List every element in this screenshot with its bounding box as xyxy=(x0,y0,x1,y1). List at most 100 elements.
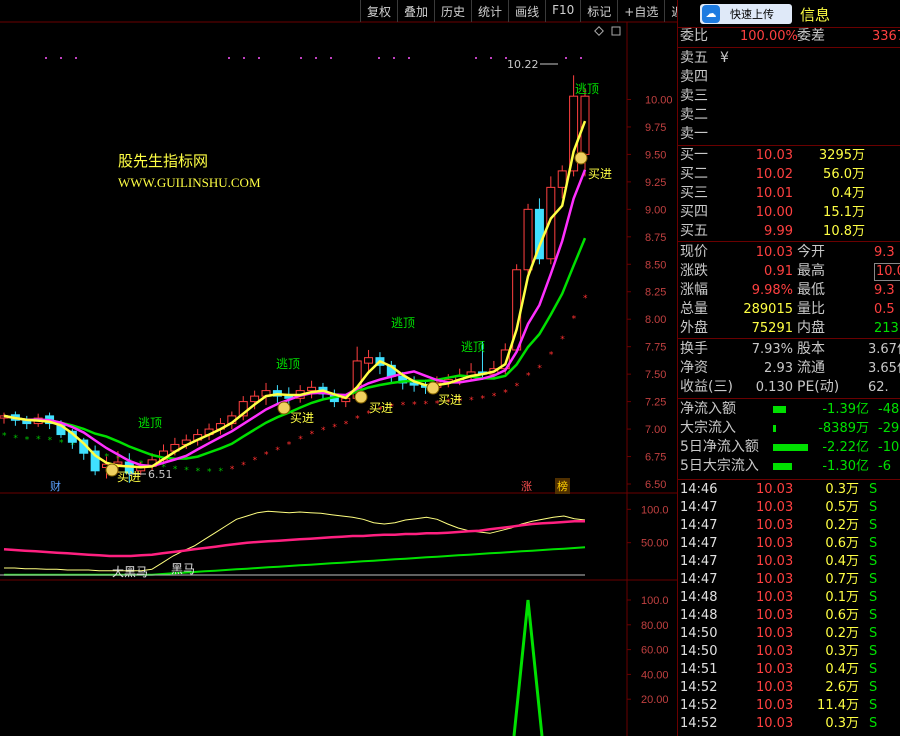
dot-marker xyxy=(300,57,302,59)
tick-side: S xyxy=(869,680,878,695)
flow-label: 5日大宗流入 xyxy=(680,458,759,474)
tick-row: 14:47 10.03 0.5万 S xyxy=(678,499,900,517)
toolbar-button-history[interactable]: 历史 xyxy=(434,0,471,22)
bid-row[interactable]: 买四 10.00 15.1万 xyxy=(678,203,900,222)
bid-volume: 0.4万 xyxy=(831,186,865,201)
flow-value: -2.22亿 xyxy=(822,440,869,455)
dot-marker xyxy=(60,57,62,59)
ask-row: 卖一 xyxy=(678,125,900,144)
signal-buy-in: 买进 xyxy=(369,401,394,415)
flow-value: -1.30亿 xyxy=(822,459,869,474)
bid-price: 10.00 xyxy=(755,205,793,220)
tick-time: 14:48 xyxy=(680,590,718,605)
tick-time: 14:50 xyxy=(680,644,718,659)
label-big-dark-horse: 大黑马 xyxy=(112,565,149,579)
dot-marker xyxy=(565,57,567,59)
tick-price: 10.03 xyxy=(756,716,794,731)
signal-buy-in: 买进 xyxy=(290,411,315,425)
marker-zhang: 涨 xyxy=(521,480,532,493)
bid-label: 买三 xyxy=(680,185,708,201)
tick-time: 14:47 xyxy=(680,500,718,515)
stat-value: 2.93 xyxy=(764,361,793,376)
sub2-tick-label: 80.00 xyxy=(641,620,669,632)
tick-row: 14:51 10.03 0.4万 S xyxy=(678,661,900,679)
toolbar-button-mark[interactable]: 标记 xyxy=(580,0,617,22)
tick-side: S xyxy=(869,500,878,515)
sar-dot: * xyxy=(480,394,485,404)
bid-row[interactable]: 买一 10.03 3295万 xyxy=(678,146,900,165)
quote-panel: ☁ 快速上传 信息 委比 100.00% 委差 3367 卖五 ¥ 卖四卖三卖二卖一… xyxy=(677,0,900,736)
sar-dot: * xyxy=(287,441,292,451)
flow-bar xyxy=(773,463,793,470)
bid-row[interactable]: 买三 10.01 0.4万 xyxy=(678,184,900,203)
panel-header: ☁ 快速上传 信息 xyxy=(678,0,900,28)
bid-price: 9.99 xyxy=(764,224,793,239)
tick-price: 10.03 xyxy=(756,482,794,497)
sub2-tick-label: 60.00 xyxy=(641,645,669,657)
tick-volume: 0.5万 xyxy=(825,500,859,515)
tick-row: 14:52 10.03 2.6万 S xyxy=(678,679,900,697)
dot-marker xyxy=(45,57,47,59)
tick-side: S xyxy=(869,518,878,533)
panel-title: 信息 xyxy=(800,6,831,24)
toolbar-button-add-watchlist[interactable]: +自选 xyxy=(617,0,664,22)
dot-marker xyxy=(408,57,410,59)
sar-dot: * xyxy=(344,420,349,430)
toolbar-button-draw-line[interactable]: 画线 xyxy=(508,0,545,22)
sub1-tick-label: 50.00 xyxy=(641,538,669,550)
stat-value: 9.3 xyxy=(874,283,895,298)
wei-cha-label: 委差 xyxy=(797,28,825,44)
price-tick-label: 9.50 xyxy=(645,149,666,161)
sar-dot: * xyxy=(196,467,201,477)
tick-time: 14:52 xyxy=(680,716,718,731)
price-tick-label: 9.75 xyxy=(645,122,666,134)
flow-label: 大宗流入 xyxy=(680,420,736,436)
tick-row: 14:47 10.03 0.6万 S xyxy=(678,535,900,553)
sar-dot: * xyxy=(321,426,326,436)
stat-value: 9.3 xyxy=(874,245,895,260)
flow-bar xyxy=(773,406,786,413)
bid-row[interactable]: 买五 9.99 10.8万 xyxy=(678,222,900,241)
square-icon xyxy=(611,26,621,36)
stat-value: 9.98% xyxy=(751,283,793,298)
stat-value: 21372 xyxy=(874,321,900,336)
tick-side: S xyxy=(869,482,878,497)
tick-row: 14:52 10.03 0.3万 S xyxy=(678,715,900,733)
tick-volume: 0.4万 xyxy=(825,662,859,677)
tick-price: 10.03 xyxy=(756,644,794,659)
tick-price: 10.03 xyxy=(756,536,794,551)
tick-row: 14:47 10.03 0.2万 S xyxy=(678,517,900,535)
toolbar-button-statistics[interactable]: 统计 xyxy=(471,0,508,22)
stat-label: 最高 xyxy=(797,263,825,279)
stat-row: 现价 10.03 今开 9.3 xyxy=(678,243,900,262)
bid-label: 买四 xyxy=(680,204,708,220)
tick-price: 10.03 xyxy=(756,662,794,677)
moneybag-icon xyxy=(277,401,291,415)
toolbar-button-restore-rights[interactable]: 复权 xyxy=(360,0,397,22)
upload-badge[interactable]: ☁ 快速上传 xyxy=(700,4,792,24)
bid-row[interactable]: 买二 10.02 56.0万 xyxy=(678,165,900,184)
toolbar-button-overlay[interactable]: 叠加 xyxy=(397,0,434,22)
price-tick-label: 9.25 xyxy=(645,177,666,189)
price-tick-label: 9.00 xyxy=(645,204,666,216)
price-tick-label: 7.25 xyxy=(645,397,666,409)
tick-side: S xyxy=(869,536,878,551)
tick-row: 14:47 10.03 0.7万 S xyxy=(678,571,900,589)
tick-price: 10.03 xyxy=(756,698,794,713)
flow-label: 净流入额 xyxy=(680,401,736,417)
tick-volume: 0.2万 xyxy=(825,518,859,533)
stat-label: 内盘 xyxy=(797,320,825,336)
price-tick-label: 6.75 xyxy=(645,452,666,464)
kline-chart[interactable]: 10.00 9.75 9.50 9.25 9.00 8.75 8.50 8.25 8.00 7.7… xyxy=(0,0,677,736)
sar-dot: * xyxy=(184,466,189,476)
tick-side: S xyxy=(869,626,878,641)
signal-escape-top: 逃顶 xyxy=(138,416,163,430)
watermark-url: WWW.GUILINSHU.COM xyxy=(118,175,261,190)
moneybag-icon xyxy=(354,390,368,404)
tick-time: 14:47 xyxy=(680,572,718,587)
flow-row: 净流入额 -1.39亿 -48 xyxy=(678,400,900,419)
toolbar-button-f10[interactable]: F10 xyxy=(545,0,580,22)
dot-marker xyxy=(258,57,260,59)
bid-volume: 3295万 xyxy=(818,148,865,163)
stat-row: 涨跌 0.91 最高 10.0 xyxy=(678,262,900,281)
